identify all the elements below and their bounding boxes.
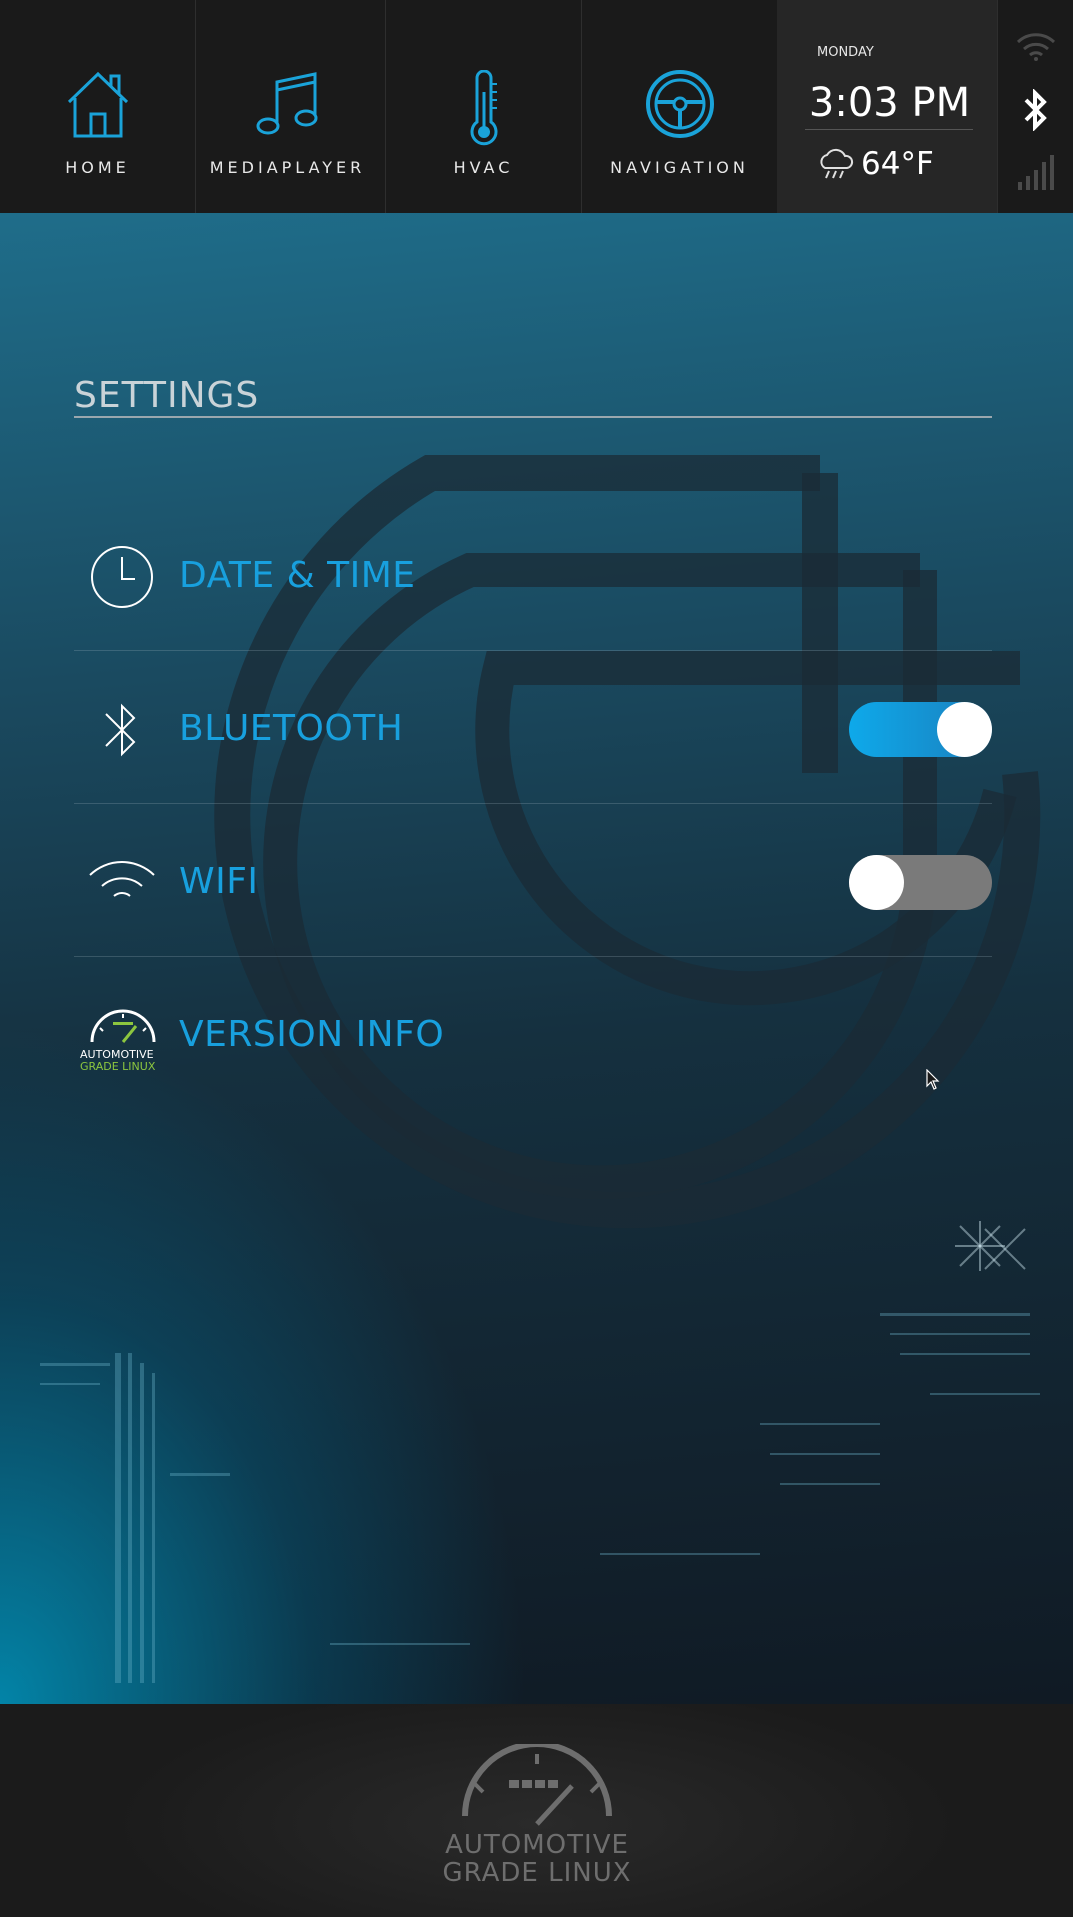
settings-item-bluetooth[interactable]: BLUETOOTH — [74, 652, 992, 804]
settings-item-version-info[interactable]: AUTOMOTIVE GRADE LINUX VERSION INFO — [74, 958, 992, 1110]
nav-home-label: HOME — [65, 158, 130, 177]
bluetooth-icon — [105, 703, 136, 757]
wifi-icon[interactable] — [1016, 32, 1056, 62]
clock-weather-panel: MONDAY 3:03 PM 64°F — [777, 0, 997, 213]
footer-bar: AUTOMOTIVE GRADE LINUX — [0, 1704, 1073, 1917]
time-display: 3:03 PM — [808, 80, 971, 126]
bluetooth-label: BLUETOOTH — [179, 708, 404, 749]
bluetooth-toggle[interactable] — [849, 702, 992, 757]
music-note-icon — [256, 72, 317, 135]
bluetooth-icon[interactable] — [1023, 89, 1049, 131]
wifi-toggle[interactable] — [849, 855, 992, 910]
toggle-knob — [937, 702, 992, 757]
day-label: MONDAY — [817, 45, 874, 60]
top-bar: HOME MEDIAPLAYER HVAC NAVIGATION MONDAY … — [0, 0, 1073, 213]
thermometer-icon — [470, 70, 497, 146]
agl-footer-logo: AUTOMOTIVE GRADE LINUX — [437, 1741, 637, 1888]
steering-wheel-icon — [645, 70, 714, 138]
nav-hvac-label: HVAC — [453, 158, 514, 177]
title-underline — [74, 416, 992, 418]
nav-mediaplayer-button[interactable]: MEDIAPLAYER — [190, 0, 386, 213]
agl-logo-line-1: AUTOMOTIVE — [445, 1830, 629, 1860]
agl-logo-icon: AUTOMOTIVE GRADE LINUX — [80, 1009, 156, 1072]
date-time-label: DATE & TIME — [179, 555, 416, 596]
wifi-label: WIFI — [179, 861, 259, 902]
toggle-knob — [849, 855, 904, 910]
speedometer-icon — [462, 1741, 612, 1826]
nav-home-button[interactable]: HOME — [0, 0, 196, 213]
clock-icon — [91, 546, 153, 608]
agl-logo-text-2: GRADE LINUX — [80, 1060, 156, 1072]
settings-screen: SETTINGS DATE & TIME BLUETOOTH WIFI AUTO… — [0, 213, 1073, 1704]
status-panel — [997, 0, 1073, 213]
rain-cloud-icon — [820, 148, 854, 179]
clock-divider — [805, 129, 973, 130]
settings-title: SETTINGS — [74, 375, 260, 416]
home-icon — [67, 71, 128, 138]
signal-strength-icon — [1017, 155, 1054, 190]
nav-navigation-button[interactable]: NAVIGATION — [582, 0, 778, 213]
agl-logo-line-2: GRADE LINUX — [442, 1858, 632, 1888]
nav-navigation-label: NAVIGATION — [610, 158, 749, 177]
mouse-cursor-icon — [926, 1069, 940, 1090]
nav-hvac-button[interactable]: HVAC — [386, 0, 582, 213]
nav-mediaplayer-label: MEDIAPLAYER — [209, 158, 366, 177]
settings-item-wifi[interactable]: WIFI — [74, 805, 992, 957]
version-info-label: VERSION INFO — [179, 1014, 445, 1055]
temperature: 64°F — [861, 146, 934, 182]
settings-item-date-time[interactable]: DATE & TIME — [74, 499, 992, 651]
wifi-icon — [89, 861, 155, 897]
